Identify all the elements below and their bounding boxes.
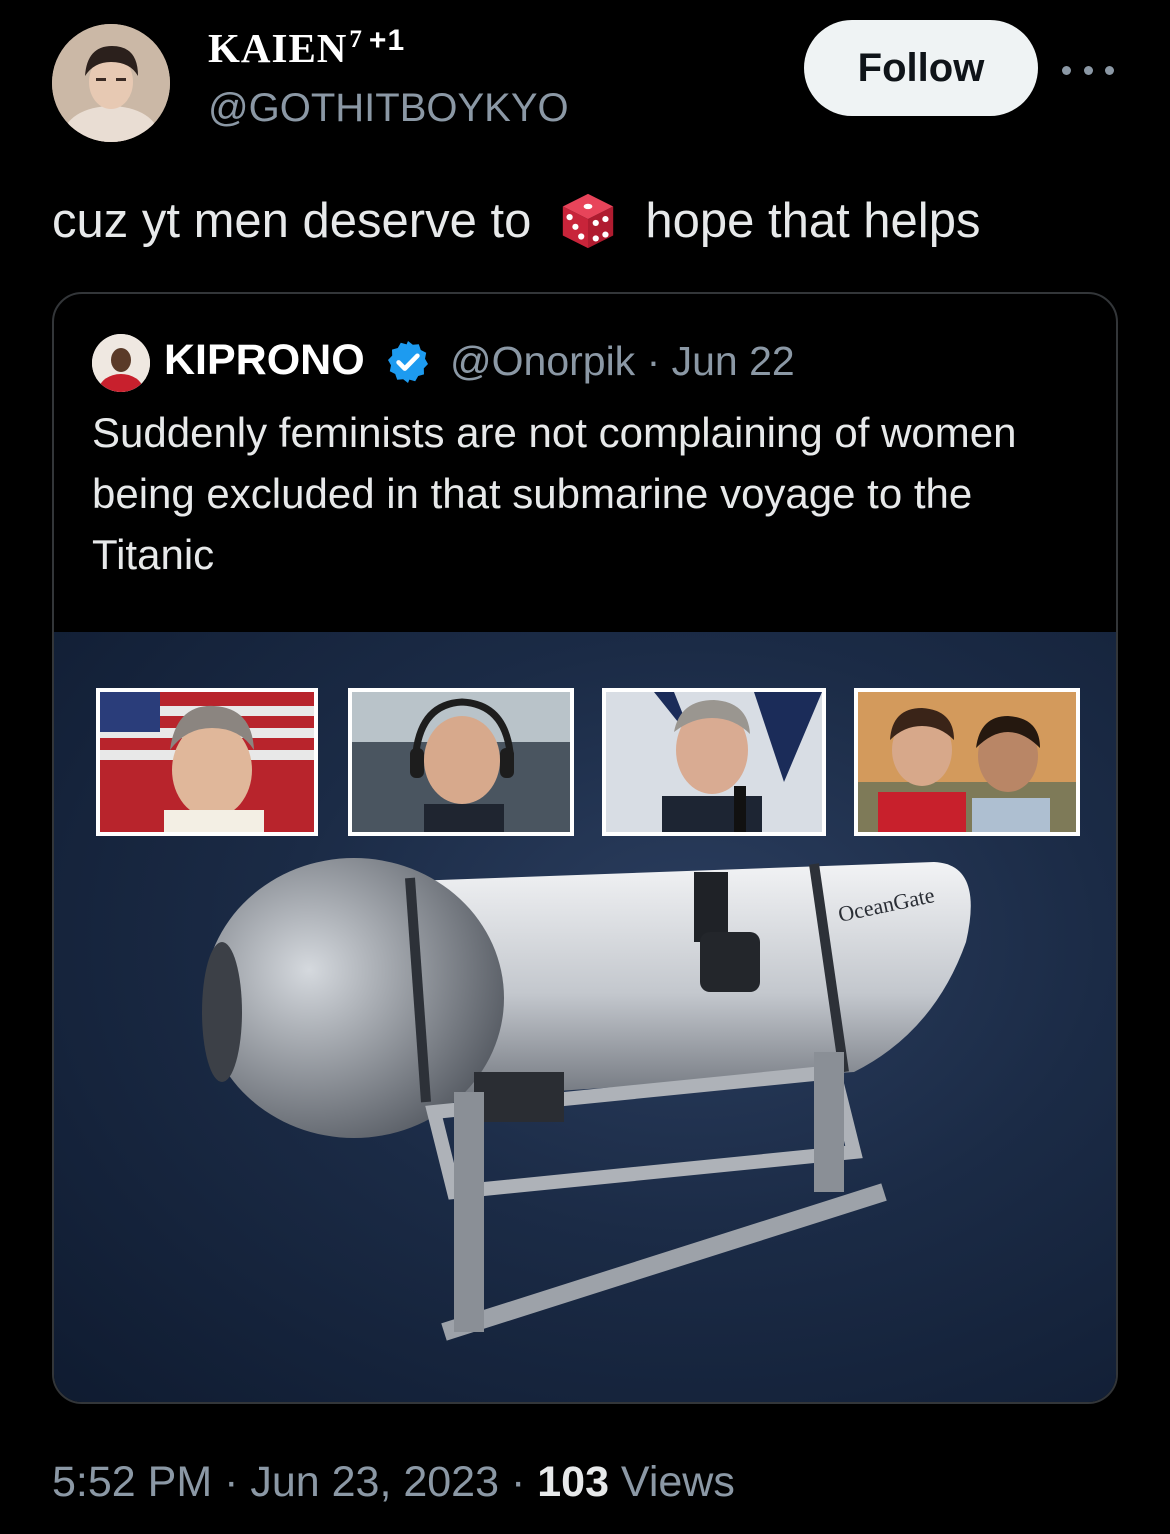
- portrait-1: [96, 688, 318, 836]
- views-count: 103: [537, 1458, 609, 1506]
- tweet-text: cuz yt men deserve to hope that helps: [52, 190, 980, 252]
- tweet-text-after: hope that helps: [645, 194, 981, 248]
- author-display-name[interactable]: KAIEN7 +1: [208, 24, 405, 72]
- quoted-tweet[interactable]: KIPRONO @Onorpik · Jun 22 Suddenly femin…: [52, 292, 1118, 1404]
- tweet-detail: KAIEN7 +1 @GOTHITBOYKYO Follow cuz yt men…: [0, 0, 1170, 1534]
- author-avatar[interactable]: [52, 24, 170, 142]
- quoted-handle-date[interactable]: @Onorpik · Jun 22: [450, 338, 795, 385]
- author-avatar-image: [52, 24, 170, 142]
- tweet-meta: 5:52 PM · Jun 23, 2023 · 103 Views: [52, 1458, 735, 1507]
- verified-badge-icon: [388, 341, 428, 383]
- quoted-tweet-text: Suddenly feminists are not complaining o…: [92, 409, 1017, 578]
- author-name-sup: 7: [349, 26, 363, 54]
- portrait-3: [602, 688, 826, 836]
- author-name-text: KAIEN: [208, 25, 348, 71]
- submarine-image: OceanGate: [96, 688, 1080, 1341]
- portrait-4: [854, 688, 1080, 836]
- author-handle[interactable]: @GOTHITBOYKYO: [208, 86, 569, 131]
- quoted-author-avatar[interactable]: [92, 334, 150, 392]
- quoted-tweet-image[interactable]: OceanGate: [54, 632, 1116, 1402]
- follow-button[interactable]: Follow: [804, 20, 1038, 116]
- portrait-2: [348, 688, 574, 836]
- tweet-text-before: cuz yt men deserve to: [52, 194, 532, 248]
- dice-icon: [563, 193, 614, 249]
- author-name-suffix: +1: [368, 24, 406, 57]
- tweet-timestamp[interactable]: 5:52 PM · Jun 23, 2023 ·: [52, 1458, 537, 1506]
- more-options-icon[interactable]: [1062, 58, 1114, 82]
- quoted-author-name[interactable]: KIPRONO: [164, 336, 365, 385]
- quoted-avatar-image: [92, 334, 150, 392]
- views-label: Views: [608, 1458, 735, 1506]
- titan-submersible: OceanGate: [202, 858, 971, 1341]
